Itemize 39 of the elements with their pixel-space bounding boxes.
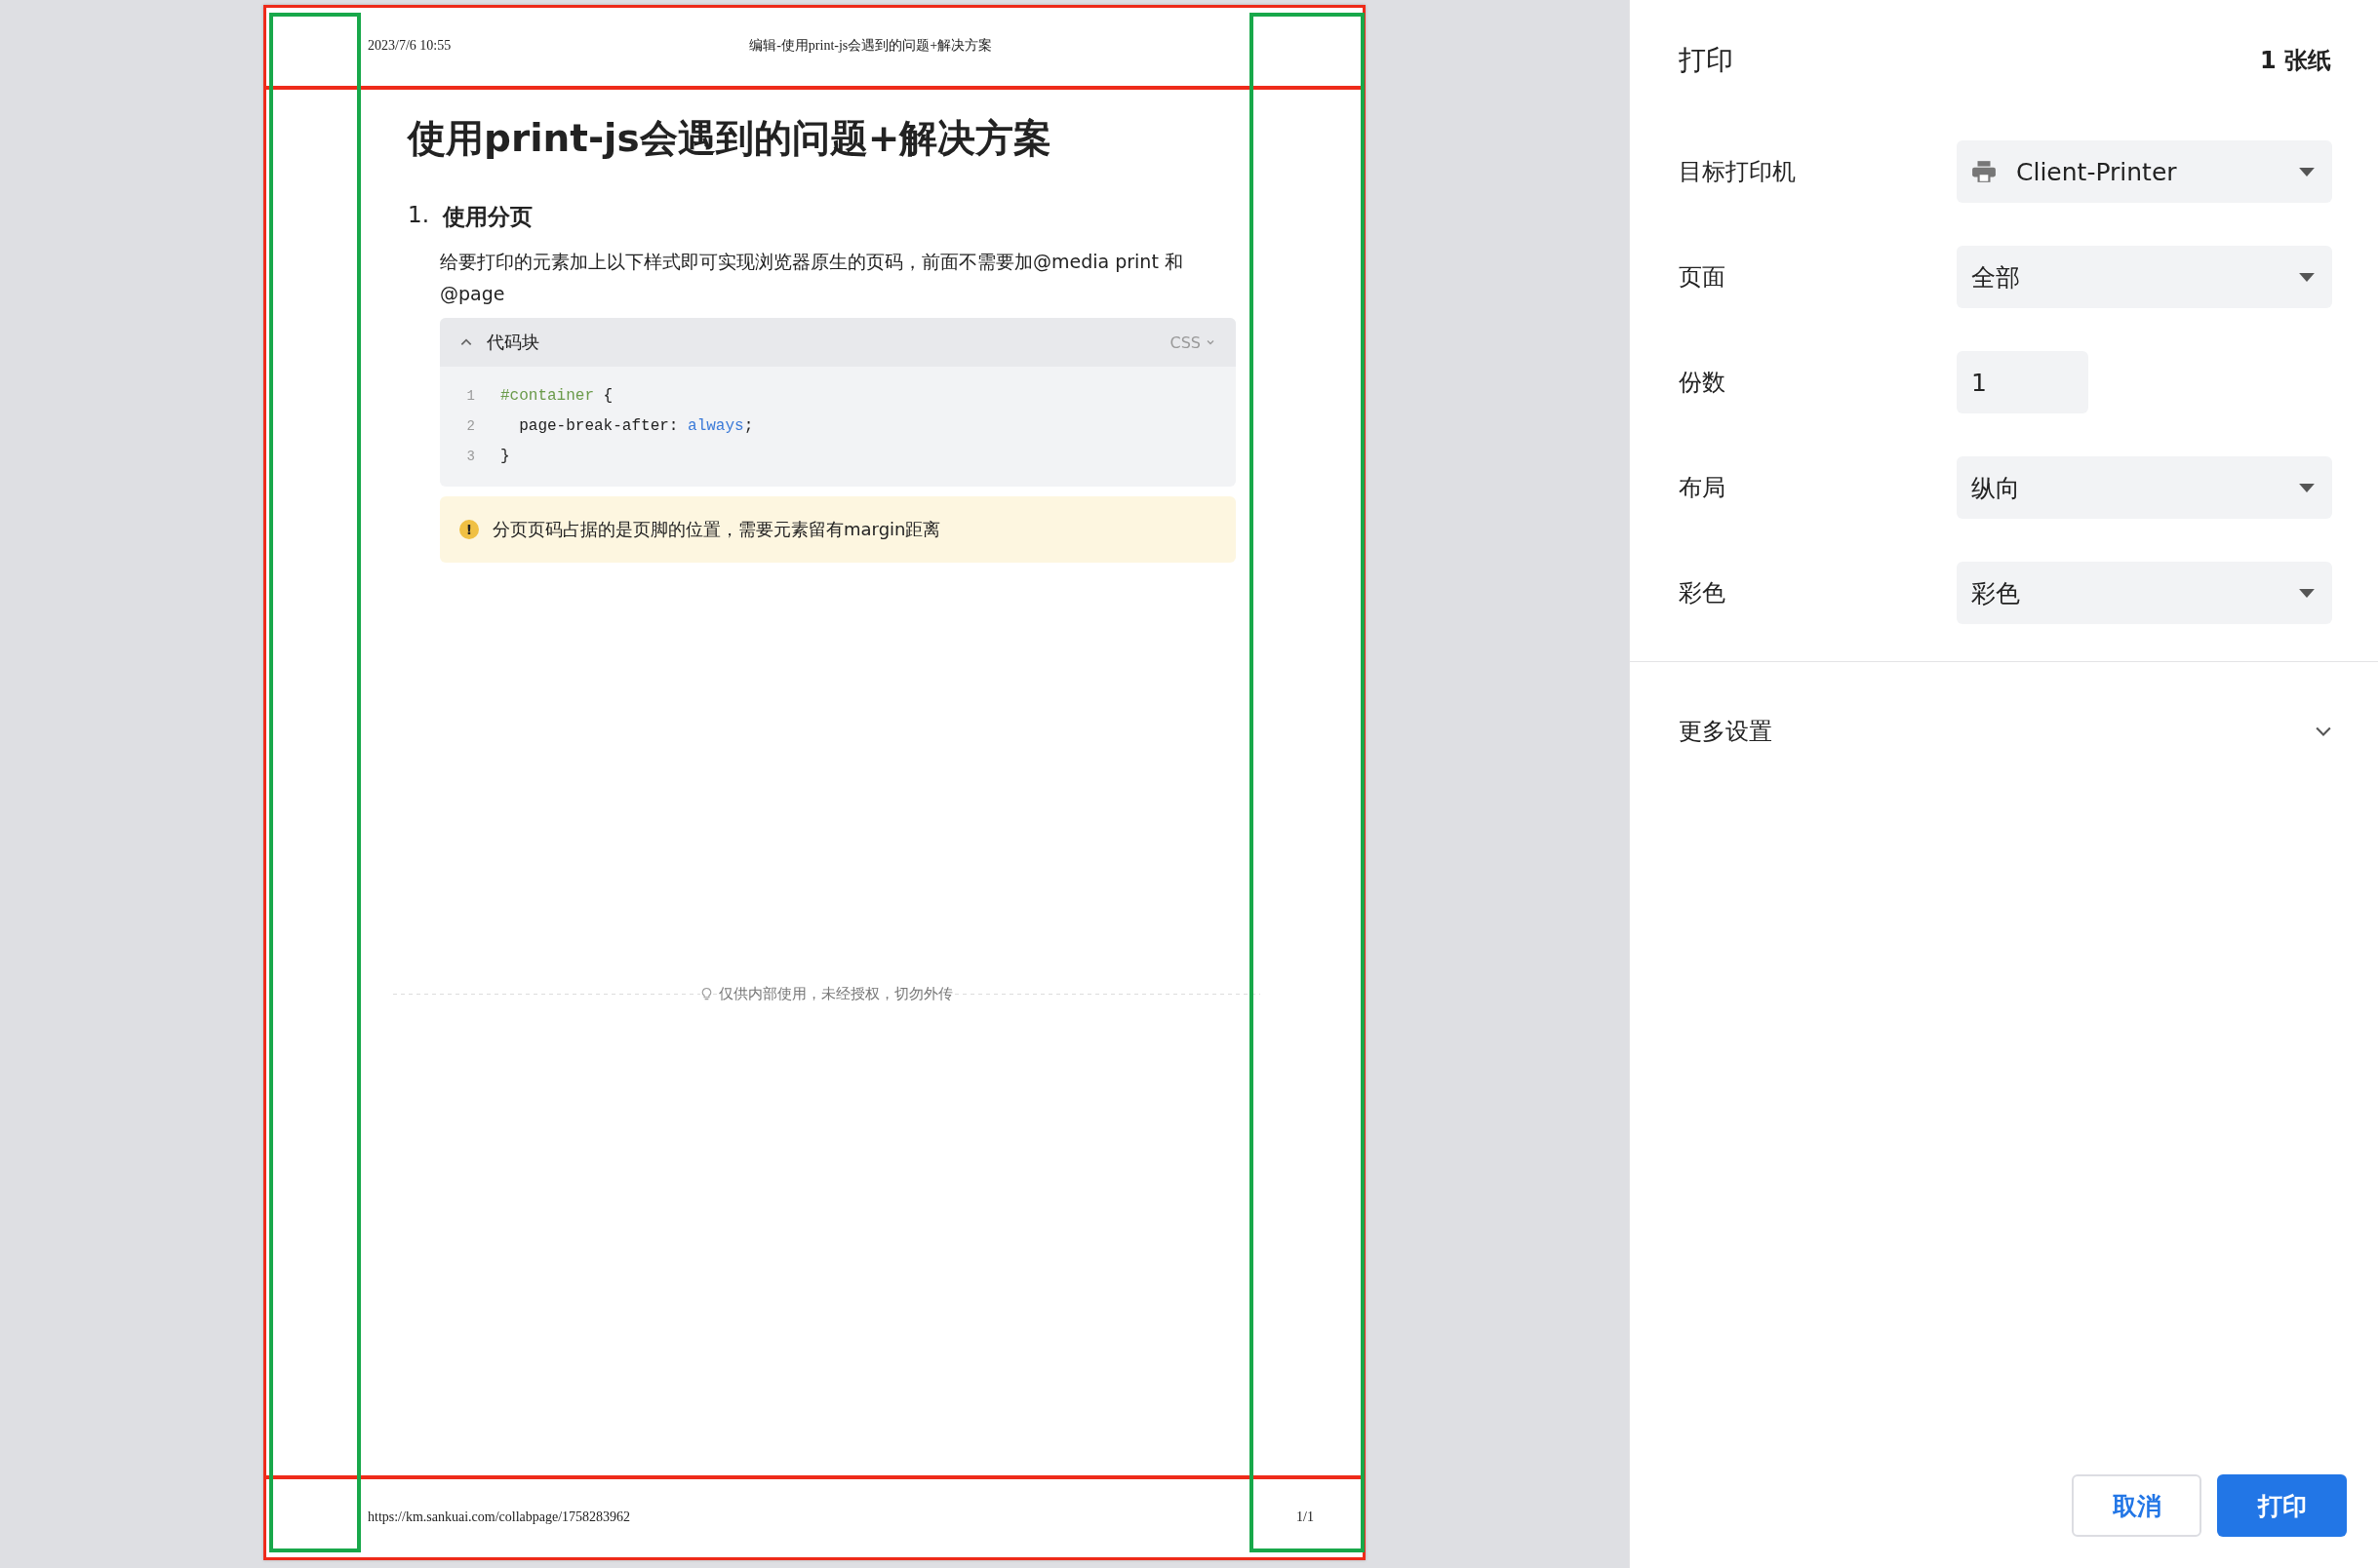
code-line: page-break-after: always; bbox=[518, 416, 754, 435]
caret-icon bbox=[2299, 167, 2315, 176]
sheet-count: 1 张纸 bbox=[2259, 46, 2331, 76]
page-number: 1/1 bbox=[1296, 1509, 1314, 1525]
code-line: #container { bbox=[500, 386, 614, 405]
copies-field[interactable]: 1 bbox=[1957, 351, 2088, 413]
select-dropdown[interactable]: 彩色 bbox=[1957, 562, 2332, 624]
setting-label: 目标打印机 bbox=[1679, 157, 1797, 187]
print-button[interactable]: 打印 bbox=[2217, 1474, 2347, 1537]
header-title: 编辑-使用print-js会遇到的问题+解决方案 bbox=[749, 37, 993, 55]
setting-label: 份数 bbox=[1679, 368, 1726, 398]
section-heading: 使用分页 bbox=[442, 203, 533, 231]
document-title: 使用print-js会遇到的问题+解决方案 bbox=[408, 115, 1053, 162]
code-block-title: 代码块 bbox=[487, 331, 539, 354]
setting-label: 布局 bbox=[1679, 473, 1726, 503]
select-dropdown[interactable]: 全部 bbox=[1957, 246, 2332, 308]
line-number: 1 bbox=[465, 387, 475, 404]
footer-url: https://km.sankuai.com/collabpage/1758283962 bbox=[368, 1509, 631, 1525]
select-dropdown[interactable]: 纵向 bbox=[1957, 456, 2332, 519]
code-line: } bbox=[500, 447, 510, 465]
line-number: 3 bbox=[465, 448, 475, 464]
caret-icon bbox=[2299, 483, 2315, 492]
caret-icon bbox=[2299, 272, 2315, 282]
notice-text: 仅供内部使用，未经授权，切勿外传 bbox=[719, 985, 953, 1003]
section-number: 1. bbox=[408, 202, 429, 229]
printer-icon bbox=[1971, 160, 1997, 183]
warning-icon: ! bbox=[459, 520, 479, 539]
cancel-button[interactable]: 取消 bbox=[2072, 1474, 2201, 1537]
paragraph: 给要打印的元素加上以下样式即可实现浏览器原生的页码，前面不需要加@media print 和 @page bbox=[440, 250, 1184, 306]
caret-icon bbox=[2299, 588, 2315, 598]
tip-text: 分页页码占据的是页脚的位置，需要元素留有margin距离 bbox=[493, 518, 941, 541]
line-number: 2 bbox=[465, 417, 475, 434]
more-settings-toggle[interactable]: 更多设置 bbox=[1630, 716, 2378, 747]
select-dropdown[interactable]: Client-Printer bbox=[1957, 140, 2332, 203]
setting-label: 彩色 bbox=[1679, 578, 1726, 608]
dialog-title: 打印 bbox=[1679, 43, 1733, 78]
header-date: 2023/7/6 10:55 bbox=[368, 38, 452, 54]
lightbulb-icon bbox=[700, 987, 713, 1001]
setting-label: 页面 bbox=[1679, 262, 1726, 293]
